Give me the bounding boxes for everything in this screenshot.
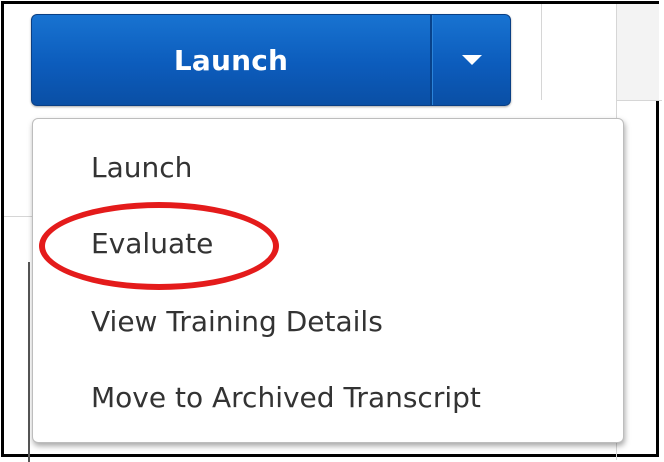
menu-item-view-training-details[interactable]: View Training Details [91, 297, 383, 347]
table-grid-line [28, 262, 30, 462]
caret-down-icon [462, 55, 482, 65]
menu-item-move-to-archived-transcript[interactable]: Move to Archived Transcript [91, 373, 481, 423]
menu-item-evaluate[interactable]: Evaluate [91, 219, 213, 269]
table-grid-line [616, 100, 662, 101]
menu-item-launch[interactable]: Launch [91, 143, 192, 193]
table-header-cell [617, 4, 659, 100]
launch-options-menu: Launch Evaluate View Training Details Mo… [32, 118, 624, 443]
launch-button[interactable]: Launch [32, 15, 430, 105]
table-grid-line [4, 216, 34, 217]
launch-split-button: Launch [31, 14, 511, 106]
dropdown-toggle-button[interactable] [432, 15, 510, 105]
launch-button-label: Launch [173, 43, 289, 77]
table-grid-line [541, 4, 542, 100]
